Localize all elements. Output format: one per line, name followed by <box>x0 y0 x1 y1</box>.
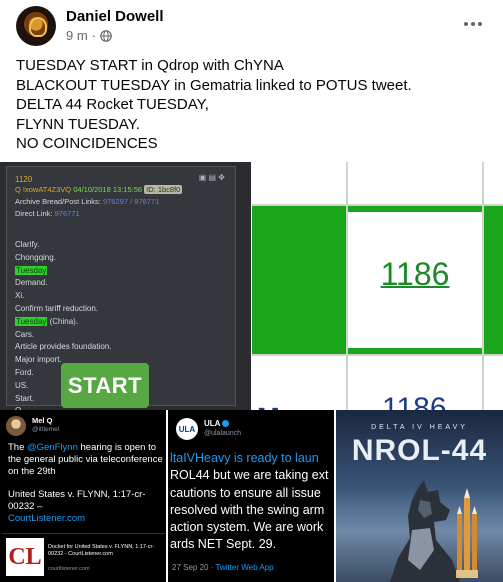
tweet-avatar: ULA <box>176 418 198 440</box>
poster-title: NROL-44 <box>351 434 488 467</box>
tweet-body: The @GenFlynn hearing is open to the gen… <box>8 442 163 525</box>
qdrop-trip: ID: 1bc8f0 <box>144 185 183 194</box>
qdrop-toolbar-icons: ▣ ▤ ✥ <box>198 173 225 182</box>
post-line: DELTA 44 Rocket TUESDAY, <box>16 96 209 113</box>
link-card: CL Docket for United States v. FLYNN, 1:… <box>2 533 165 580</box>
qdrop-line: Xi. <box>15 291 25 301</box>
qdrop-line: Clarify. <box>15 240 40 249</box>
tweet-text: The <box>8 442 28 453</box>
poster-subtitle: DELTA IV HEAVY <box>371 424 468 431</box>
tweet-case: United States v. FLYNN, 1:17-cr-00232 – <box>8 489 146 512</box>
author-name[interactable]: Daniel Dowell <box>66 8 164 25</box>
post-text: TUESDAY START in Qdrop with ChYNA BLACKO… <box>16 56 486 154</box>
cell-value: 1186 <box>380 256 450 292</box>
qdrop-highlight: Tuesday <box>15 265 48 275</box>
tweet-footer: 27 Sep 20 · Twitter Web App <box>172 563 274 572</box>
nrol44-poster-image[interactable]: DELTA IV HEAVY NROL-44 <box>336 410 503 582</box>
more-dot-icon <box>478 22 482 26</box>
qdrop-number: 1120 <box>15 175 33 184</box>
tweet-ula-image[interactable]: ULA ULA @ulalaunch ltaIVHeavy is ready t… <box>168 410 335 582</box>
more-options-button[interactable] <box>457 10 489 38</box>
link-card-site: courtlistener.com <box>48 566 90 572</box>
tweet-handle: @ulalaunch <box>204 430 242 437</box>
tweet-body: ltaIVHeavy is ready to laun ROL44 but we… <box>170 450 334 554</box>
cell-fragment: - - <box>258 395 279 410</box>
qdrop-direct: Direct Link: 976771 <box>15 209 80 218</box>
qdrop-line: Cars. <box>15 329 35 339</box>
qdrop-image[interactable]: 1120 ▣ ▤ ✥ Q !xowAT4Z3VQ 04/10/2018 13:1… <box>0 162 251 410</box>
qdrop-date: 04/10/2018 13:15:56 <box>73 185 143 194</box>
tweet-app: Twitter Web App <box>215 563 274 572</box>
more-dot-icon <box>471 22 475 26</box>
spreadsheet-image[interactable]: 1186 - - 1186 <box>252 162 503 410</box>
tweet-line: resolved with the swing arm <box>170 502 325 517</box>
post-line: TUESDAY START in Qdrop with ChYNA <box>16 57 284 74</box>
qdrop-line: Demand. <box>15 278 48 288</box>
author-avatar[interactable] <box>16 6 56 46</box>
rocket-icon <box>456 488 478 578</box>
more-dot-icon <box>464 22 468 26</box>
tweet-avatar <box>6 416 26 436</box>
post-header: Daniel Dowell 9 m · <box>0 0 503 52</box>
tweet-name: Mel Q <box>32 416 53 425</box>
courtlistener-logo: CL <box>6 538 44 576</box>
start-label: START <box>61 363 149 408</box>
tweet-mention: @GenFlynn <box>27 442 78 453</box>
qdrop-archive-link: 976771 <box>134 197 160 206</box>
qdrop-line: Confirm tariff reduction. <box>15 303 98 313</box>
qdrop-highlight: Tuesday <box>15 316 48 326</box>
link-card-title: Docket for United States v. FLYNN, 1:17-… <box>48 544 155 557</box>
tweet-line: ards NET Sept. 29. <box>170 537 277 552</box>
qdrop-direct-label: Direct Link: <box>15 209 53 218</box>
qdrop-line: Article provides foundation. <box>15 342 112 352</box>
tweet-handle: @ittlemel <box>32 426 60 433</box>
qdrop-china-suffix: (China). <box>47 316 79 326</box>
meta-separator: · <box>91 28 97 43</box>
wolf-icon <box>390 480 460 582</box>
verified-badge-icon <box>222 420 230 428</box>
grid-line <box>482 162 484 410</box>
tweet-link: CourtListener.com <box>8 513 86 524</box>
cell-value-partial: 1186 <box>382 392 447 410</box>
post-time[interactable]: 9 m <box>66 28 88 43</box>
qdrop-archive-separator: / <box>130 197 133 206</box>
tweet-name: ULA <box>204 419 230 428</box>
qdrop-id: Q !xowAT4Z3VQ <box>15 185 72 194</box>
tweet-line: ROL44 but we are taking ext <box>170 468 329 483</box>
tweet-line: ltaIVHeavy is ready to laun <box>170 451 319 465</box>
qdrop-header: Q !xowAT4Z3VQ 04/10/2018 13:15:56 ID: 1b… <box>15 185 183 194</box>
image-collage[interactable]: 1120 ▣ ▤ ✥ Q !xowAT4Z3VQ 04/10/2018 13:1… <box>0 162 503 582</box>
qdrop-archive-label: Archive Bread/Post Links: <box>15 197 101 206</box>
tweet-flynn-image[interactable]: Mel Q @ittlemel The @GenFlynn hearing is… <box>0 410 167 582</box>
tweet-line: cautions to ensure all issue <box>170 485 321 500</box>
grid-line <box>252 354 503 356</box>
tweet-line: action system. We are work <box>170 520 324 535</box>
qdrop-line: Chongqing. <box>15 252 56 262</box>
qdrop-archive-link: 976297 <box>102 197 128 206</box>
globe-icon <box>100 29 112 42</box>
post-line: FLYNN TUESDAY. <box>16 115 140 133</box>
post-line: NO COINCIDENCES <box>16 135 158 152</box>
post-meta: 9 m · <box>66 28 112 43</box>
qdrop-direct-link: 976771 <box>54 209 80 218</box>
post-line: BLACKOUT TUESDAY in Gematria linked to P… <box>16 76 412 94</box>
qdrop-archive: Archive Bread/Post Links: 976297 / 97677… <box>15 197 159 206</box>
tweet-time: 27 Sep 20 · <box>172 563 214 572</box>
